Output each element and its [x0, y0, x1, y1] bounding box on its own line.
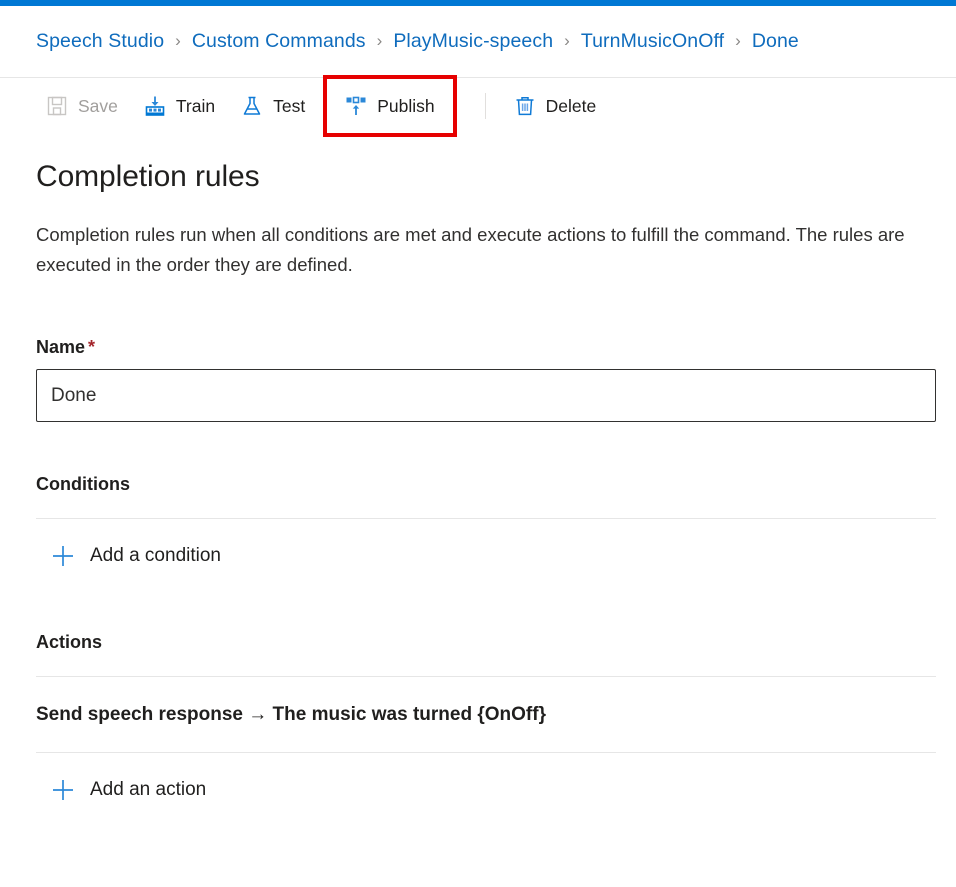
toolbar-separator	[484, 93, 486, 119]
breadcrumb: Speech Studio › Custom Commands › PlayMu…	[0, 6, 956, 78]
name-field-label: Name	[36, 337, 86, 357]
conditions-section-title: Conditions	[36, 474, 130, 494]
publish-button[interactable]: Publish	[323, 75, 457, 137]
main-content: Completion rules Completion rules run wh…	[0, 160, 956, 814]
list-item[interactable]: Send speech response → The music was tur…	[36, 677, 920, 726]
add-condition-button[interactable]: Add a condition	[36, 532, 221, 580]
add-action-label: Add an action	[90, 779, 207, 800]
name-input[interactable]	[36, 369, 936, 422]
save-icon	[46, 95, 68, 117]
plus-icon	[50, 777, 76, 803]
breadcrumb-item-playmusic-speech[interactable]: PlayMusic-speech	[393, 30, 553, 53]
action-item-divider	[36, 752, 936, 753]
save-button[interactable]: Save	[38, 86, 126, 126]
test-flask-icon	[241, 95, 263, 117]
test-button-label: Test	[273, 95, 306, 116]
breadcrumb-item-speech-studio[interactable]: Speech Studio	[36, 30, 164, 53]
publish-button-label: Publish	[377, 95, 435, 116]
breadcrumb-separator-icon: ›	[175, 31, 181, 50]
breadcrumb-item-custom-commands[interactable]: Custom Commands	[192, 30, 366, 53]
delete-button-label: Delete	[545, 95, 597, 116]
delete-button[interactable]: Delete	[506, 86, 605, 126]
publish-icon	[345, 95, 367, 117]
name-field-block: Name *	[36, 337, 936, 422]
page-description: Completion rules run when all conditions…	[36, 224, 905, 275]
train-button-label: Train	[175, 95, 216, 116]
conditions-divider	[36, 518, 936, 519]
actions-section: Actions Send speech response → The music…	[36, 632, 936, 814]
name-field-label-row: Name *	[36, 337, 920, 358]
train-icon	[144, 95, 166, 117]
breadcrumb-item-done[interactable]: Done	[752, 30, 799, 53]
add-condition-label: Add a condition	[90, 545, 221, 566]
plus-icon	[50, 543, 76, 569]
required-marker: *	[88, 337, 96, 357]
delete-trash-icon	[514, 95, 536, 117]
breadcrumb-separator-icon: ›	[735, 31, 741, 50]
command-bar: Save Train Test Publish Delete	[0, 75, 956, 137]
page-title: Completion rules	[36, 160, 260, 193]
add-action-button[interactable]: Add an action	[36, 766, 206, 814]
test-button[interactable]: Test	[233, 86, 313, 126]
actions-section-title: Actions	[36, 632, 103, 652]
breadcrumb-separator-icon: ›	[376, 31, 383, 50]
breadcrumb-item-turnmusiconoff[interactable]: TurnMusicOnOff	[581, 30, 724, 53]
breadcrumb-separator-icon: ›	[564, 31, 570, 50]
conditions-section: Conditions Add a condition	[36, 474, 936, 580]
train-button[interactable]: Train	[136, 86, 223, 126]
save-button-label: Save	[78, 95, 118, 116]
